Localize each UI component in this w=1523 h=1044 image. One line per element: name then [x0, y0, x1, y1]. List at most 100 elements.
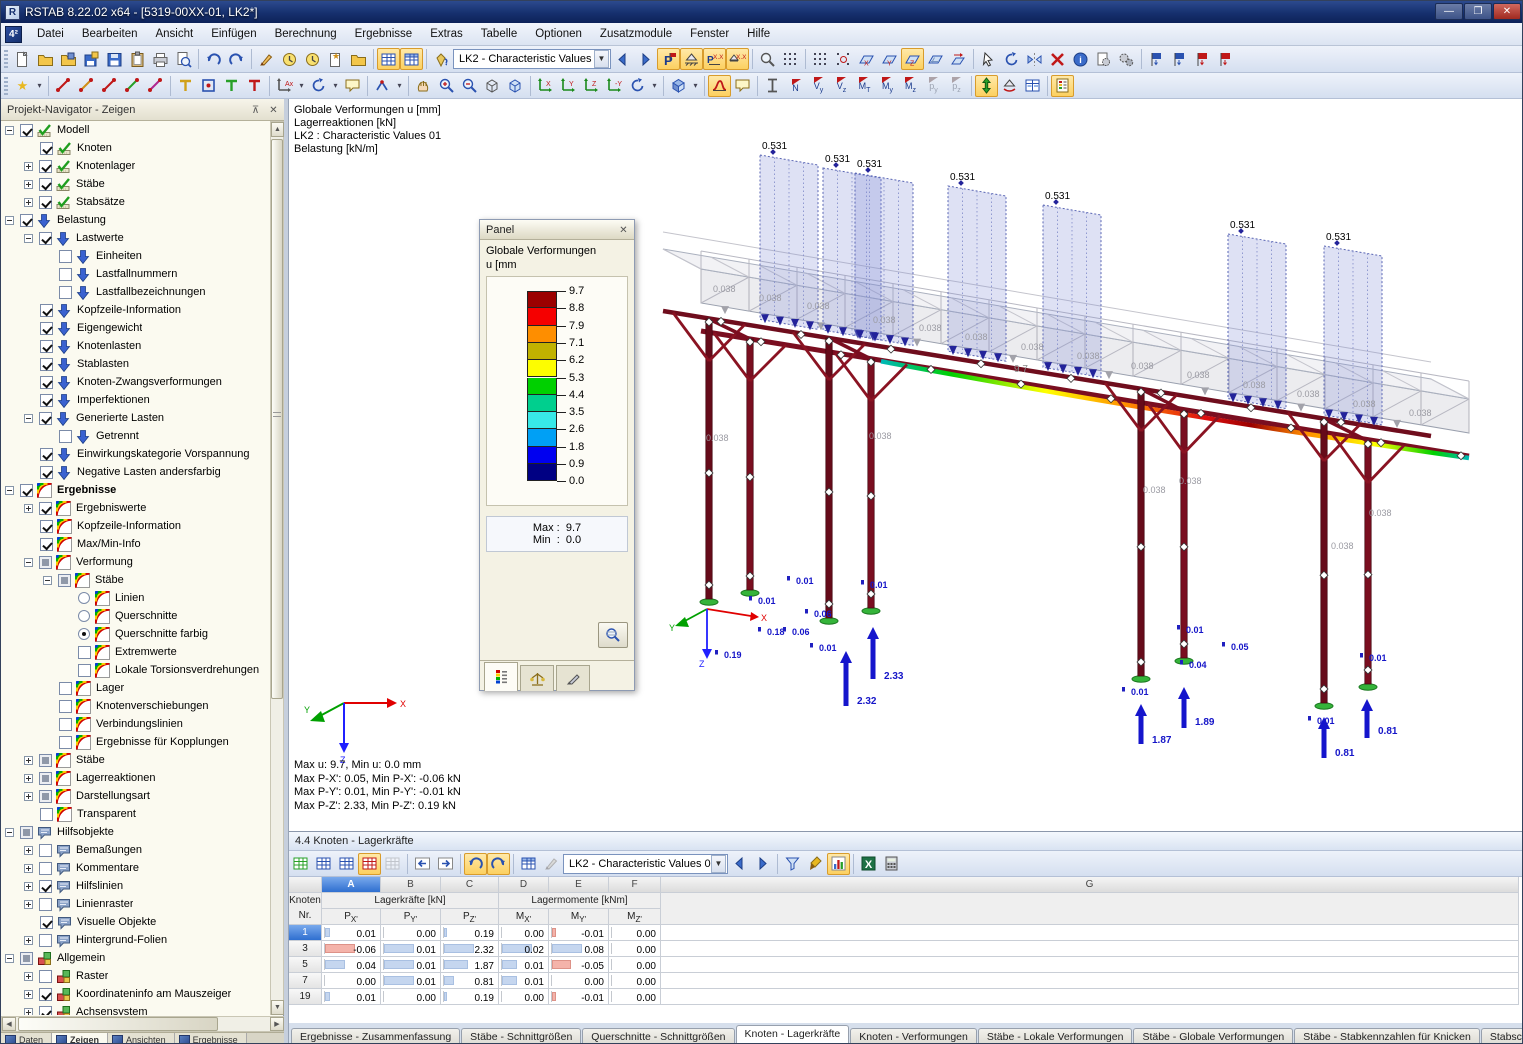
checkbox-checked[interactable]	[40, 358, 53, 371]
zoom-window[interactable]	[481, 75, 504, 97]
tree-item-linienraster[interactable]: Linienraster	[1, 895, 271, 913]
result-button-mt[interactable]: MT	[853, 75, 876, 97]
minimize-button[interactable]: —	[1435, 3, 1463, 20]
checkbox-partial[interactable]	[39, 754, 52, 767]
tree-item-knotenlasten[interactable]: Knotenlasten	[1, 337, 271, 355]
cell-node3-5[interactable]: 0.00	[609, 941, 661, 957]
menu-tabelle[interactable]: Tabelle	[472, 25, 526, 43]
snap[interactable]	[832, 48, 855, 70]
program-options[interactable]	[1115, 48, 1138, 70]
table-tab-st-be-schnittgr-en[interactable]: Stäbe - Schnittgrößen	[461, 1028, 581, 1044]
navigator-tab-zeigen[interactable]: Zeigen	[52, 1033, 108, 1044]
print[interactable]	[149, 48, 172, 70]
zoom-in[interactable]	[435, 75, 458, 97]
cell-node7-0[interactable]: 0.00	[322, 973, 381, 989]
workplane-x[interactable]: X	[855, 48, 878, 70]
column-header-G[interactable]: G	[661, 877, 1519, 893]
checkbox-partial[interactable]	[39, 556, 52, 569]
cell-node19-4[interactable]: -0.01	[549, 989, 609, 1005]
tree-item-hilfsobjekte[interactable]: Hilfsobjekte	[1, 823, 271, 841]
show-value-bars[interactable]	[827, 853, 850, 875]
tree-item-koordinateninfo-am-mauszeiger[interactable]: Koordinateninfo am Mauszeiger	[1, 985, 271, 1003]
cell-node19-1[interactable]: 0.00	[381, 989, 441, 1005]
tree-item-stablasten[interactable]: Stablasten	[1, 355, 271, 373]
tree-item-knotenlager[interactable]: Knotenlager	[1, 157, 271, 175]
new-support[interactable]	[174, 75, 197, 97]
column-header-A[interactable]: A	[322, 877, 381, 893]
menu-einfgen[interactable]: Einfügen	[202, 25, 265, 43]
result-table[interactable]: ABCDEFGKnotenNr.Lagerkräfte [kN]Lagermom…	[289, 877, 1523, 1023]
member-tool-3[interactable]	[98, 75, 121, 97]
tree-item-st-be[interactable]: Stäbe	[1, 571, 271, 589]
result-table-toggle[interactable]	[1021, 75, 1044, 97]
table-redo[interactable]	[487, 853, 510, 875]
toolbar-grip[interactable]	[4, 50, 8, 68]
collapse-icon[interactable]	[5, 954, 14, 963]
tree-item-bema-ungen[interactable]: Bemaßungen	[1, 841, 271, 859]
checkbox-unchecked[interactable]	[59, 682, 72, 695]
table-import[interactable]	[335, 853, 358, 875]
tree-item-linien[interactable]: Linien	[1, 589, 271, 607]
excel-export[interactable]: X	[857, 853, 880, 875]
chevron-down-icon[interactable]: ▼	[711, 855, 726, 873]
tree-h-scrollbar[interactable]: ◀ ▶	[1, 1016, 284, 1032]
cell-node7-5[interactable]: 0.00	[609, 973, 661, 989]
view-x[interactable]: X	[534, 75, 557, 97]
tree-item-knotenverschiebungen[interactable]: Knotenverschiebungen	[1, 697, 271, 715]
tab-filter[interactable]	[556, 665, 590, 691]
checkbox-unchecked[interactable]	[59, 268, 72, 281]
table-settings[interactable]	[289, 853, 312, 875]
table-prev-loadcase[interactable]	[728, 853, 751, 875]
tree-item-querschnitte-farbig[interactable]: Querschnitte farbig	[1, 625, 271, 643]
cell-node5-1[interactable]: 0.01	[381, 957, 441, 973]
checkbox-checked[interactable]	[40, 520, 53, 533]
show-loads[interactable]: P	[657, 48, 680, 70]
checkbox-unchecked[interactable]	[59, 250, 72, 263]
member-tool-5[interactable]	[144, 75, 167, 97]
result-button-mz[interactable]: Mz	[899, 75, 922, 97]
find-object[interactable]	[756, 48, 779, 70]
checkbox-unchecked[interactable]	[59, 736, 72, 749]
menu-datei[interactable]: Datei	[28, 25, 73, 43]
row-number-5[interactable]: 5	[289, 957, 322, 973]
menu-bearbeiten[interactable]: Bearbeiten	[73, 25, 147, 43]
collapse-icon[interactable]	[24, 414, 33, 423]
tree-item-lagerreaktionen[interactable]: Lagerreaktionen	[1, 769, 271, 787]
chevron-down-icon[interactable]: ▼	[594, 50, 609, 68]
tab-factors[interactable]	[520, 665, 554, 691]
result-button-pz[interactable]: pz	[945, 75, 968, 97]
rotate-view[interactable]	[626, 75, 649, 97]
checkbox-checked[interactable]	[20, 484, 33, 497]
table-tab-st-be-lokale-verformungen[interactable]: Stäbe - Lokale Verformungen	[978, 1028, 1133, 1044]
tree-item-kopfzeile-information[interactable]: Kopfzeile-Information	[1, 301, 271, 319]
isometric-view[interactable]	[667, 75, 690, 97]
new-comment[interactable]	[341, 75, 364, 97]
checkbox-checked[interactable]	[39, 160, 52, 173]
cell-node5-4[interactable]: -0.05	[549, 957, 609, 973]
tree-item-querschnitte[interactable]: Querschnitte	[1, 607, 271, 625]
panel-title-bar[interactable]: Panel ✕	[480, 220, 634, 240]
tree-item-visuelle-objekte[interactable]: Visuelle Objekte	[1, 913, 271, 931]
cell-node3-4[interactable]: 0.08	[549, 941, 609, 957]
collapse-icon[interactable]	[5, 216, 14, 225]
table-next-loadcase[interactable]	[751, 853, 774, 875]
new-window[interactable]: ★	[324, 48, 347, 70]
table-active-cells[interactable]	[358, 853, 381, 875]
navigator-tab-ansichten[interactable]: Ansichten	[108, 1033, 175, 1044]
tree-item-getrennt[interactable]: Getrennt	[1, 427, 271, 445]
new-member[interactable]	[52, 75, 75, 97]
radio-on[interactable]	[78, 628, 90, 640]
table-tab-stabschlankheiten[interactable]: Stabschlankheiten	[1481, 1028, 1523, 1044]
tree-item-st-be[interactable]: Stäbe	[1, 175, 271, 193]
mirror[interactable]	[1023, 48, 1046, 70]
show-table-grid[interactable]	[400, 48, 423, 70]
table-loadcase-select[interactable]: LK2 - Characteristic Values 01▼	[563, 854, 728, 874]
close-button[interactable]: ✕	[1493, 3, 1521, 20]
loadcase-select[interactable]: LK2 - Characteristic Values▼	[453, 49, 611, 69]
collapse-icon[interactable]	[5, 486, 14, 495]
cell-node5-0[interactable]: 0.04	[322, 957, 381, 973]
cell-node5-3[interactable]: 0.01	[499, 957, 549, 973]
tree-item-knoten-zwangsverformungen[interactable]: Knoten-Zwangsverformungen	[1, 373, 271, 391]
collapse-icon[interactable]	[5, 828, 14, 837]
recalculate[interactable]	[278, 48, 301, 70]
